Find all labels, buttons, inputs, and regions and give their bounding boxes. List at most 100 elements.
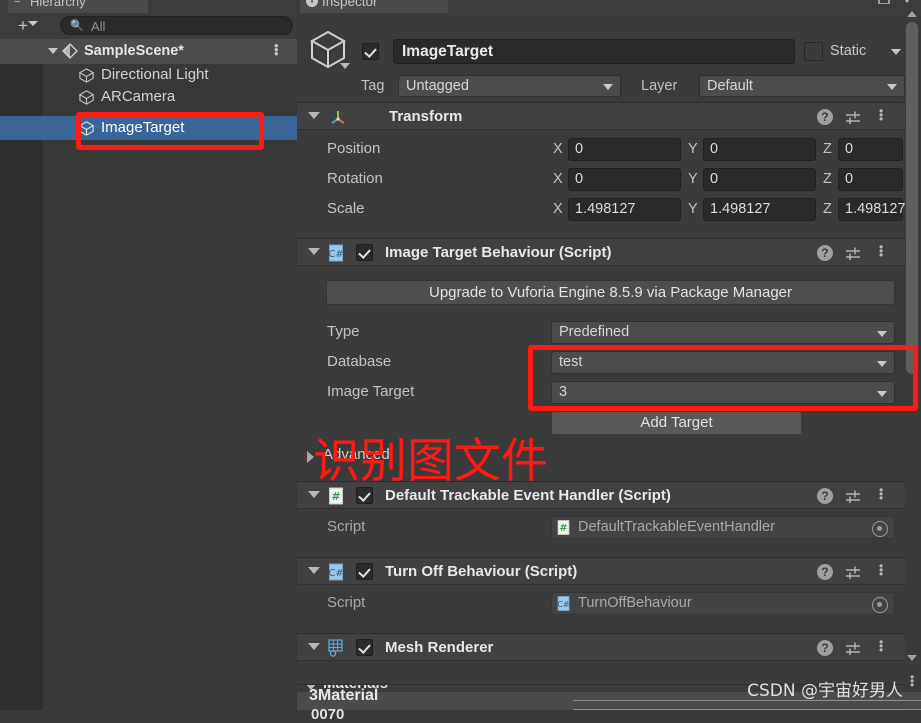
gameobject-name-field[interactable]: ImageTarget [393,39,795,64]
gameobject-enabled-checkbox[interactable] [362,43,379,60]
image-target-label: Image Target [327,383,415,400]
static-checkbox[interactable] [804,42,823,61]
axis-x-label: X [553,171,563,187]
chevron-down-icon[interactable] [340,63,350,69]
default-trackable-event-handler-enabled-checkbox[interactable] [356,487,373,504]
preset-icon[interactable] [845,565,861,580]
turn-off-behaviour-header[interactable]: C# Turn Off Behaviour (Script) ? • • • [297,557,905,585]
chevron-down-icon[interactable] [308,567,320,574]
rotation-label: Rotation [327,170,383,187]
chevron-down-icon[interactable] [308,643,320,650]
script-object-field[interactable]: # DefaultTrackableEventHandler [551,516,895,539]
scrollbar-menu-icon[interactable]: • • • [910,671,914,691]
hierarchy-item-arcamera[interactable]: ARCamera [0,86,297,108]
hierarchy-item-label: Directional Light [101,66,209,83]
kebab-menu-icon[interactable]: • • • [879,105,883,125]
preset-icon[interactable] [845,246,861,261]
add-target-button[interactable]: Add Target [551,411,802,435]
mesh-renderer-icon [328,639,343,657]
image-target-behaviour-enabled-checkbox[interactable] [356,244,373,261]
kebab-menu-icon[interactable]: • • • [879,241,883,261]
chevron-down-icon[interactable] [308,112,320,119]
position-y-field[interactable]: 0 [703,138,816,161]
image-target-behaviour-header[interactable]: C# Image Target Behaviour (Script) ? • • • [297,238,905,266]
overlay-material-sub: 0070 [311,706,345,723]
scroll-up-icon[interactable] [907,11,917,17]
preset-icon[interactable] [845,110,861,125]
type-label: Type [327,323,360,340]
hierarchy-panel: ≡ Hierarchy + 🔍 All SampleScene* • • • D… [0,0,297,710]
transform-row-position: Position X 0 Y 0 Z 0 [297,134,905,164]
chevron-down-icon[interactable] [48,48,58,54]
help-icon[interactable]: ? [817,109,833,125]
upgrade-vuforia-button[interactable]: Upgrade to Vuforia Engine 8.5.9 via Pack… [326,280,895,305]
scene-menu-icon[interactable]: • • • [274,39,279,60]
chevron-down-icon [887,84,897,90]
transform-header[interactable]: Transform ? • • • [297,102,905,130]
rotation-y-field[interactable]: 0 [703,168,816,191]
hierarchy-item-label: ARCamera [101,88,176,105]
preset-icon[interactable] [845,641,861,656]
tab-hierarchy[interactable]: ≡ Hierarchy [8,0,148,13]
component-header-icons: ? • • • [817,636,895,657]
lock-icon[interactable] [877,0,891,4]
axis-x-label: X [553,141,563,157]
turn-off-behaviour-enabled-checkbox[interactable] [356,563,373,580]
scale-z-field[interactable]: 1.498127 [838,198,905,221]
axis-y-label: Y [688,171,698,187]
axis-x-label: X [553,201,563,217]
tab-inspector-label: Inspector [322,0,378,9]
axis-z-label: Z [823,171,832,187]
object-picker-icon[interactable] [872,597,888,613]
info-icon: i [306,0,318,7]
chevron-down-icon[interactable] [28,21,38,26]
component-header-icons: ? • • • [817,241,895,262]
search-input[interactable]: 🔍 All [60,16,293,35]
unity-editor-window: ≡ Hierarchy + 🔍 All SampleScene* • • • D… [0,0,921,723]
rotation-z-field[interactable]: 0 [838,168,903,191]
svg-text:C#: C# [328,568,343,579]
scale-x-field[interactable]: 1.498127 [568,198,681,221]
hierarchy-tabbar: ≡ Hierarchy [0,0,297,13]
hierarchy-scene-row[interactable]: SampleScene* • • • [0,39,297,64]
position-z-field[interactable]: 0 [838,138,903,161]
inspector-scrollbar-thumb[interactable] [906,22,918,374]
static-label: Static [830,43,867,59]
component-header-icons: ? • • • [817,105,895,126]
chevron-down-icon [603,84,613,90]
object-picker-icon[interactable] [872,521,888,537]
chevron-down-icon[interactable] [308,248,320,255]
kebab-menu-icon[interactable]: • • • [879,636,883,656]
axis-z-label: Z [823,141,832,157]
mesh-renderer-header[interactable]: Mesh Renderer ? • • • [297,633,905,661]
transform-row-rotation: Rotation X 0 Y 0 Z 0 [297,164,905,194]
tag-dropdown[interactable]: Untagged [398,75,621,97]
scene-name: SampleScene* [84,43,184,59]
help-icon[interactable]: ? [817,640,833,656]
inspector-menu-icon[interactable]: ••• [905,0,909,7]
layer-dropdown[interactable]: Default [699,75,905,97]
hierarchy-item-directional-light[interactable]: Directional Light [0,64,297,86]
type-dropdown[interactable]: Predefined [551,321,895,344]
tab-inspector[interactable]: i Inspector [300,0,448,13]
position-x-field[interactable]: 0 [568,138,681,161]
chevron-down-icon[interactable] [891,49,901,55]
transform-axis-icon [331,111,345,124]
svg-text:C#: C# [328,249,343,260]
help-icon[interactable]: ? [817,245,833,261]
svg-text:C#: C# [557,600,570,609]
transform-title: Transform [389,108,463,125]
mesh-renderer-enabled-checkbox[interactable] [356,639,373,656]
hierarchy-toolbar: + 🔍 All [0,13,297,40]
script-label: Script [327,518,366,535]
scroll-down-icon[interactable] [907,655,917,661]
help-icon[interactable]: ? [817,564,833,580]
chevron-down-icon[interactable] [308,491,320,498]
preset-icon[interactable] [845,489,861,504]
help-icon[interactable]: ? [817,488,833,504]
script-object-field[interactable]: C# TurnOffBehaviour [551,592,895,615]
scale-y-field[interactable]: 1.498127 [703,198,816,221]
kebab-menu-icon[interactable]: • • • [879,484,883,504]
rotation-x-field[interactable]: 0 [568,168,681,191]
kebab-menu-icon[interactable]: • • • [879,560,883,580]
